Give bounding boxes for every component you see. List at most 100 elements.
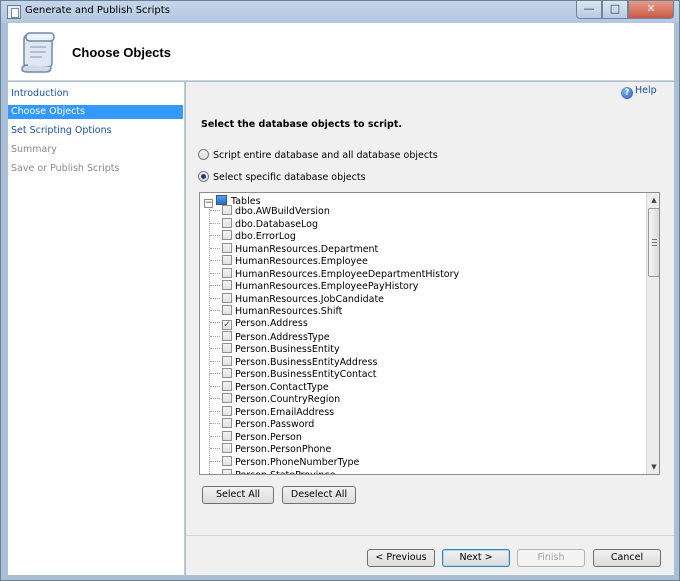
object-tree[interactable]: − Tables dbo.AWBuildVersion dbo.DatabaseLo… <box>199 192 660 475</box>
tree-item[interactable]: Person.PhoneNumberType <box>210 456 359 468</box>
tree-item-label: Person.Address <box>235 317 308 329</box>
tree-item[interactable]: Person.ContactType <box>210 380 329 393</box>
tree-item[interactable]: Person.PersonPhone <box>210 443 331 455</box>
wizard-nav: Introduction Choose Objects Set Scriptin… <box>8 82 185 575</box>
tree-item[interactable]: Person.BusinessEntityContact <box>210 368 377 380</box>
deselect-all-button[interactable]: Deselect All <box>282 486 356 504</box>
checkbox[interactable] <box>222 393 232 404</box>
instruction-text: Select the database objects to script. <box>201 119 403 130</box>
checkbox[interactable] <box>222 405 232 416</box>
tree-item-label: dbo.AWBuildVersion <box>235 206 330 217</box>
next-button[interactable]: Next > <box>442 549 510 567</box>
tree-item[interactable]: Person.AddressType <box>210 330 330 343</box>
wizard-footer: < Previous Next > Finish Cancel <box>186 535 674 575</box>
checkbox[interactable] <box>222 267 232 278</box>
tree-item[interactable]: HumanResources.JobCandidate <box>210 292 385 305</box>
select-all-button[interactable]: Select All <box>202 486 274 504</box>
checkbox[interactable] <box>222 343 232 354</box>
checkbox[interactable] <box>222 468 232 474</box>
nav-item-save-or-publish: Save or Publish Scripts <box>11 163 120 174</box>
checkbox[interactable] <box>222 255 232 266</box>
tree-connector <box>210 461 220 462</box>
scroll-down-icon[interactable]: ▼ <box>648 461 659 473</box>
tree-connector <box>210 360 220 362</box>
tree-item[interactable]: HumanResources.Employee <box>210 255 368 267</box>
checkbox[interactable] <box>222 418 232 429</box>
tree-item[interactable]: Person.BusinessEntity <box>210 343 340 355</box>
radio-specific-objects[interactable]: Select specific database objects <box>198 171 366 184</box>
maximize-button[interactable]: □ <box>602 1 628 19</box>
tree-item[interactable]: dbo.DatabaseLog <box>210 217 319 230</box>
tree-item[interactable]: HumanResources.EmployeePayHistory <box>210 280 418 292</box>
cancel-button[interactable]: Cancel <box>593 549 661 567</box>
tree-item-label: Person.Password <box>235 419 315 431</box>
checkbox[interactable] <box>222 280 232 291</box>
minimize-button[interactable]: — <box>576 1 602 19</box>
checkbox[interactable] <box>222 443 232 454</box>
tree-connector <box>210 398 220 400</box>
nav-item-introduction[interactable]: Introduction <box>8 87 183 101</box>
radio-button-selected[interactable] <box>198 171 209 182</box>
tree-item-label: HumanResources.Employee <box>235 256 368 268</box>
tree-item-label: dbo.DatabaseLog <box>235 218 319 230</box>
tree-connector <box>210 260 220 262</box>
help-icon: ? <box>621 87 633 99</box>
help-link[interactable]: ? Help <box>621 85 657 99</box>
radio-label: Select specific database objects <box>213 172 366 183</box>
tree-item[interactable]: HumanResources.Shift <box>210 305 342 317</box>
tree-scrollbar[interactable]: ▲ ▼ <box>646 193 659 474</box>
previous-button[interactable]: < Previous <box>367 549 435 567</box>
tree-item[interactable]: Person.EmailAddress <box>210 405 334 418</box>
tree-item[interactable]: ✓ Person.Address <box>210 318 308 330</box>
checkbox[interactable] <box>222 292 232 303</box>
tree-item-label: Person.Person <box>235 431 302 443</box>
checkbox[interactable] <box>222 205 232 215</box>
tree-item[interactable]: Person.Person <box>210 430 302 443</box>
radio-entire-database[interactable]: Script entire database and all database … <box>198 149 438 162</box>
tree-item[interactable]: Person.StateProvince <box>210 468 336 474</box>
tree-connector <box>210 385 220 387</box>
tree-connector <box>210 435 220 437</box>
tree-connector <box>210 272 220 274</box>
tree-item-label: HumanResources.JobCandidate <box>235 293 385 305</box>
tree-item-label: Person.PhoneNumberType <box>235 457 360 468</box>
tree-connector <box>210 348 220 350</box>
tree-connector <box>210 335 220 337</box>
tree-item[interactable]: Person.BusinessEntityAddress <box>210 355 377 368</box>
tree-item-label: Person.BusinessEntityContact <box>235 369 377 381</box>
tree-item[interactable]: dbo.ErrorLog <box>210 230 296 242</box>
checkbox[interactable] <box>222 305 232 316</box>
scroll-thumb[interactable] <box>648 208 659 277</box>
wizard-window: Generate and Publish Scripts — □ ✕ Choos… <box>0 0 680 581</box>
checkbox[interactable] <box>222 380 232 391</box>
radio-button[interactable] <box>198 149 209 160</box>
checkbox[interactable] <box>222 430 232 441</box>
close-button[interactable]: ✕ <box>628 1 674 19</box>
tree-item[interactable]: Person.CountryRegion <box>210 393 340 405</box>
nav-item-set-scripting-options[interactable]: Set Scripting Options <box>8 124 183 138</box>
tree-connector <box>210 473 220 474</box>
checkbox[interactable] <box>222 242 232 253</box>
tree-connector <box>210 310 220 312</box>
checkbox[interactable] <box>222 355 232 366</box>
checkbox[interactable] <box>222 217 232 228</box>
tree-connector <box>210 373 220 375</box>
tree-connector <box>210 222 220 224</box>
scroll-up-icon[interactable]: ▲ <box>648 194 659 206</box>
tree-item[interactable]: dbo.AWBuildVersion <box>210 205 330 217</box>
checkbox[interactable] <box>222 230 232 241</box>
finish-button: Finish <box>517 549 585 567</box>
main-panel: ? Help Select the database objects to scr… <box>186 82 674 535</box>
checkbox[interactable] <box>222 330 232 341</box>
tree-item[interactable]: Person.Password <box>210 418 314 430</box>
tree-item[interactable]: HumanResources.Department <box>210 242 378 255</box>
tables-folder-icon <box>216 195 227 205</box>
checkbox[interactable] <box>222 368 232 379</box>
tree-item-label: Person.PersonPhone <box>235 444 332 456</box>
tree-content: − Tables dbo.AWBuildVersion dbo.DatabaseLo… <box>200 193 646 474</box>
nav-item-choose-objects[interactable]: Choose Objects <box>8 105 183 119</box>
title-bar[interactable]: Generate and Publish Scripts — □ ✕ <box>1 1 679 23</box>
tree-item[interactable]: HumanResources.EmployeeDepartmentHistory <box>210 267 459 280</box>
checkbox[interactable] <box>222 456 232 466</box>
checkbox-checked[interactable]: ✓ <box>222 319 232 330</box>
